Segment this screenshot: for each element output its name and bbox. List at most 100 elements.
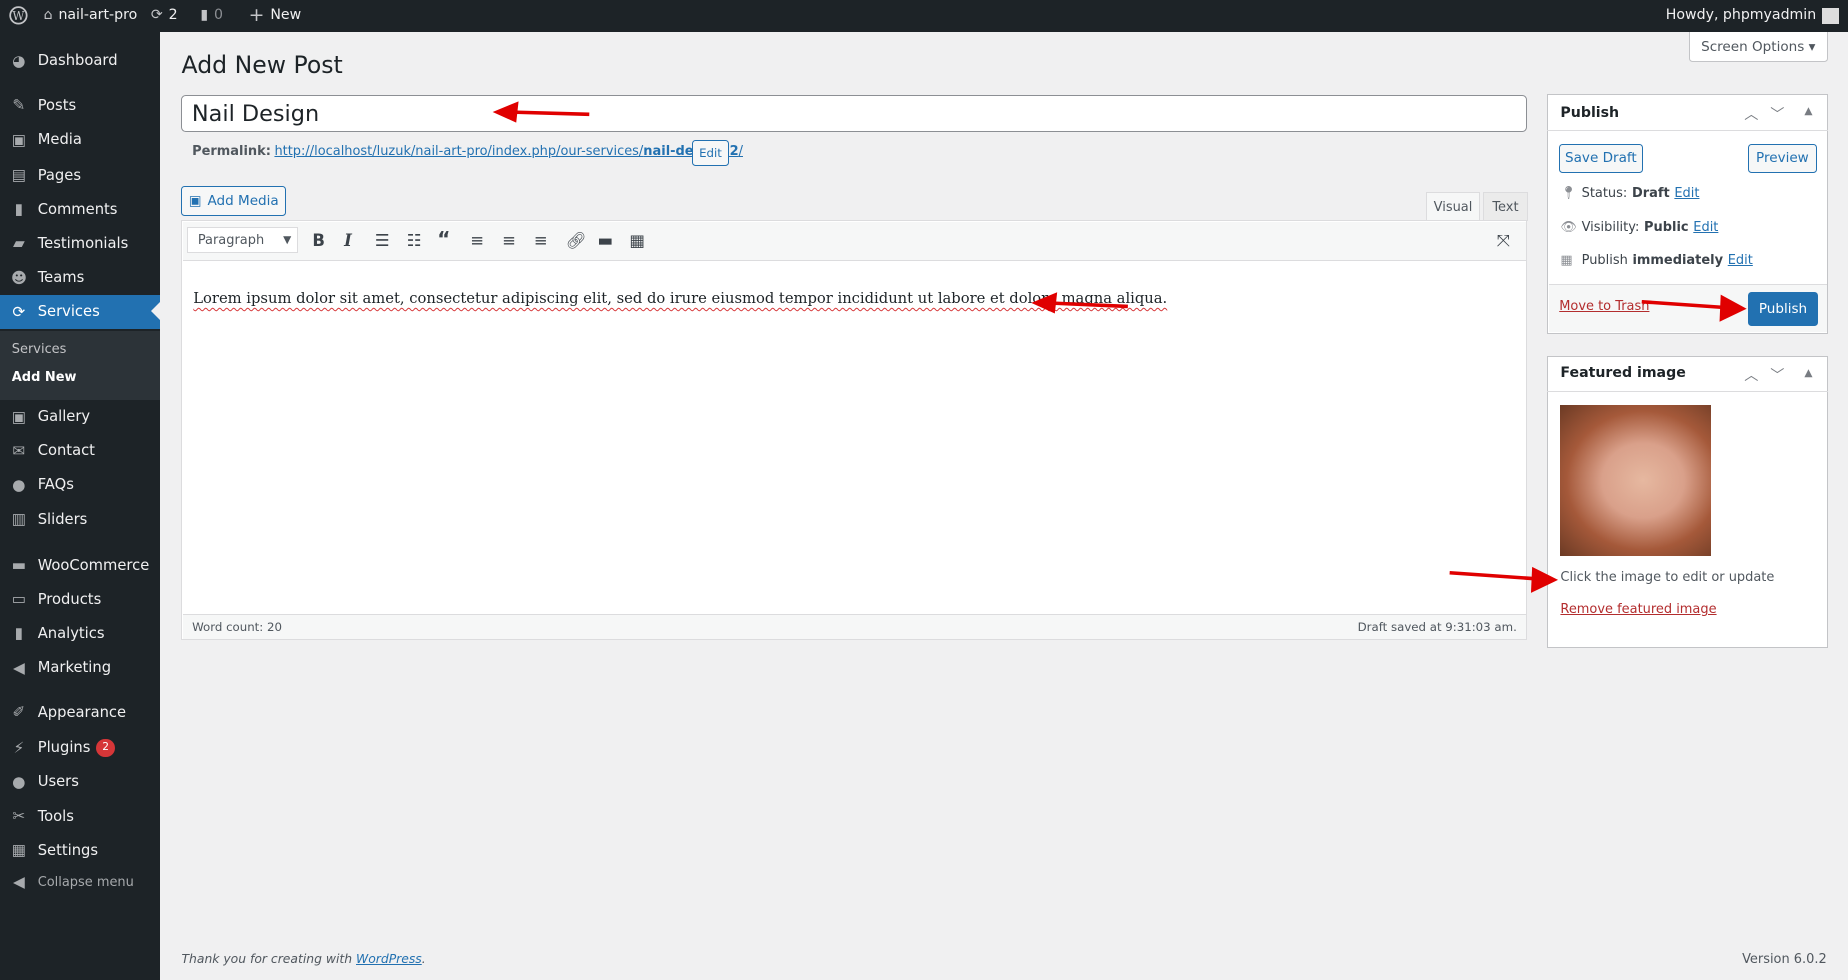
sidebar-item-users[interactable]: ● Users [0, 765, 160, 799]
active-menu-pointer [151, 301, 160, 320]
permalink-link[interactable]: http://localhost/luzuk/nail-art-pro/inde… [274, 144, 743, 159]
publish-button[interactable]: Publish [1747, 292, 1819, 327]
sidebar-item-label: Comments [37, 200, 118, 218]
move-down-icon[interactable]: ﹀ [1770, 104, 1784, 124]
remove-featured-image-link[interactable]: Remove featured image [1560, 602, 1716, 617]
comment-icon: ▮ [14, 200, 24, 219]
pages-icon: ▤ [11, 166, 27, 184]
sidebar-item-faqs[interactable]: ● FAQs [0, 468, 160, 502]
editor-status-bar: Word count: 20 Draft saved at 9:31:03 am… [182, 614, 1527, 639]
user-icon: ● [12, 772, 26, 791]
updates-link[interactable]: ⟳ 2 [151, 0, 178, 32]
sidebar-item-label: Appearance [37, 703, 127, 721]
blockquote-icon[interactable]: “ [437, 227, 450, 251]
sidebar-item-products[interactable]: ▭ Products [0, 582, 160, 616]
align-left-icon[interactable]: ≡ [470, 231, 484, 250]
sidebar-item-label: Services [37, 303, 100, 321]
move-up-icon[interactable]: ︿ [1744, 104, 1758, 124]
sidebar-item-services[interactable]: ⟳ Services [0, 294, 161, 329]
sidebar-item-analytics[interactable]: ▮ Analytics [0, 616, 160, 650]
sidebar-item-contact[interactable]: ✉ Contact [0, 434, 160, 468]
svg-text:W: W [13, 10, 26, 24]
read-more-icon[interactable]: ▬ [598, 231, 614, 250]
comments-link[interactable]: ▮ 0 [200, 0, 223, 32]
sidebar-item-label: Settings [37, 841, 99, 859]
footer-thanks: Thank you for creating with WordPress. [181, 952, 426, 967]
post-title-input[interactable]: Nail Design [181, 95, 1528, 132]
sidebar-item-testimonials[interactable]: ▰ Testimonials [0, 226, 160, 260]
sidebar-item-media[interactable]: ▣ Media [0, 123, 160, 157]
sidebar-item-label: FAQs [37, 476, 74, 494]
sidebar-item-appearance[interactable]: ✐ Appearance [0, 695, 160, 729]
new-content-link[interactable]: + New [249, 0, 302, 32]
submenu-services[interactable]: Services [12, 342, 67, 357]
sidebar-item-label: WooCommerce [37, 556, 150, 574]
plus-icon: + [248, 5, 265, 26]
email-icon: ✉ [12, 441, 26, 460]
sidebar-item-teams[interactable]: ☻ Teams [0, 260, 160, 294]
featured-image-thumbnail[interactable] [1560, 405, 1712, 557]
sidebar-item-woocommerce[interactable]: ▬ WooCommerce [0, 548, 160, 582]
account-menu[interactable]: Howdy, phpmyadmin [1666, 0, 1839, 32]
comment-icon: ▮ [200, 7, 209, 23]
toolbar-toggle-icon[interactable]: ▦ [629, 231, 645, 250]
editor [181, 220, 1528, 640]
move-up-icon[interactable]: ︿ [1744, 365, 1758, 385]
move-to-trash-link[interactable]: Move to Trash [1559, 299, 1649, 314]
link-icon[interactable]: 🔗︎ [566, 231, 587, 251]
featured-image-hint: Click the image to edit or update [1560, 570, 1775, 586]
align-right-icon[interactable]: ≡ [534, 231, 548, 250]
sidebar-item-label: Gallery [37, 408, 91, 426]
status-edit-link[interactable]: Edit [1674, 186, 1699, 201]
italic-icon[interactable]: I [344, 231, 352, 250]
align-center-icon[interactable]: ≡ [502, 231, 516, 250]
tab-text[interactable]: Text [1482, 192, 1529, 222]
screen-options-button[interactable]: Screen Options ▾ [1688, 31, 1828, 63]
chevron-down-icon: ▼ [283, 234, 292, 247]
woo-icon: ▬ [11, 556, 27, 575]
tab-visual[interactable]: Visual [1426, 192, 1480, 222]
move-down-icon[interactable]: ﹀ [1770, 365, 1784, 385]
collapse-box-icon[interactable]: ▲ [1804, 367, 1812, 379]
submenu-add-new[interactable]: Add New [12, 370, 77, 385]
sidebar-item-plugins[interactable]: ⚡ Plugins 2 [0, 731, 160, 765]
visibility-edit-link[interactable]: Edit [1693, 220, 1718, 235]
add-media-button[interactable]: ▣ Add Media [181, 186, 287, 217]
schedule-row: ▦ Publish immediately Edit [1560, 253, 1753, 269]
wordpress-logo-icon[interactable]: W [9, 0, 28, 32]
sidebar-item-sliders[interactable]: ▥ Sliders [0, 502, 160, 536]
permalink-edit-button[interactable]: Edit [691, 140, 730, 166]
editor-content[interactable]: Lorem ipsum dolor sit amet, consectetur … [193, 290, 1167, 307]
featured-image-title: Featured image [1560, 365, 1686, 382]
sidebar-item-settings[interactable]: ▦ Settings [0, 833, 160, 867]
sidebar-item-tools[interactable]: ✂ Tools [0, 799, 160, 833]
schedule-edit-link[interactable]: Edit [1728, 253, 1753, 268]
calendar-icon: ▦ [1560, 253, 1573, 269]
pin-icon: 📍︎ [1560, 186, 1577, 202]
preview-button[interactable]: Preview [1747, 143, 1817, 173]
site-name-link[interactable]: ⌂ nail-art-pro [44, 0, 138, 32]
save-draft-button[interactable]: Save Draft [1559, 143, 1643, 173]
sidebar-item-pages[interactable]: ▤ Pages [0, 158, 160, 192]
collapse-menu-button[interactable]: ◀ Collapse menu [0, 865, 160, 899]
bold-icon[interactable]: B [312, 231, 325, 250]
format-select[interactable]: Paragraph ▼ [187, 227, 299, 254]
sidebar-item-dashboard[interactable]: ◕ Dashboard [0, 44, 160, 78]
collapse-box-icon[interactable]: ▲ [1804, 105, 1812, 117]
sidebar-item-label: Plugins [37, 739, 91, 757]
chart-icon: ▮ [14, 624, 24, 643]
media-icon: ▣ [11, 130, 27, 149]
sidebar-item-label: Pages [37, 166, 81, 184]
megaphone-icon: ◀ [12, 658, 25, 677]
sidebar-item-marketing[interactable]: ◀ Marketing [0, 651, 160, 685]
sidebar-item-gallery[interactable]: ▣ Gallery [0, 400, 160, 434]
sidebar-item-label: Marketing [37, 659, 112, 677]
wordpress-link[interactable]: WordPress [356, 952, 422, 966]
sidebar-item-posts[interactable]: ✎ Posts [0, 88, 160, 122]
bullet-list-icon[interactable]: ☰ [375, 231, 390, 250]
sidebar-item-comments[interactable]: ▮ Comments [0, 192, 160, 226]
status-row: 📍︎ Status: Draft Edit [1560, 186, 1700, 202]
fullscreen-icon[interactable]: ⤧ [1497, 231, 1510, 251]
home-icon: ⌂ [43, 7, 53, 23]
numbered-list-icon[interactable]: ☷ [407, 231, 422, 250]
